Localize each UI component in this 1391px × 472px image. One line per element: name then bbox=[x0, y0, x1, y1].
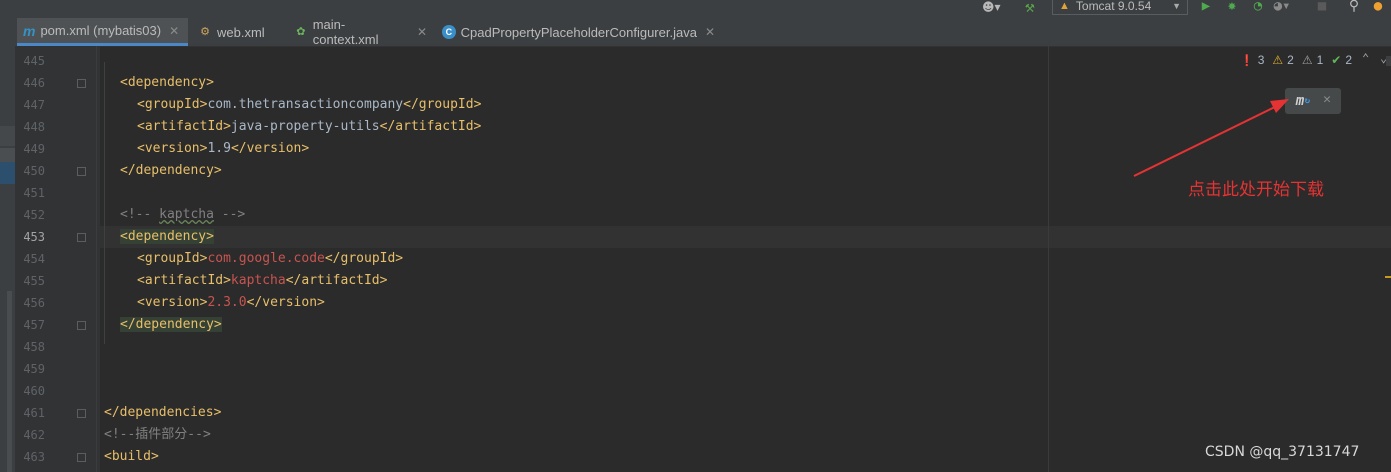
scroll-marker bbox=[1385, 276, 1391, 278]
scroll-thumb[interactable] bbox=[1386, 56, 1391, 66]
editor-scrollbar[interactable] bbox=[1384, 46, 1391, 472]
arrow-head bbox=[1270, 99, 1289, 113]
annotation-arrow bbox=[1133, 99, 1289, 177]
annotation-text: 点击此处开始下载 bbox=[1188, 180, 1324, 200]
arrow-shaft bbox=[1133, 103, 1282, 177]
watermark: CSDN @qq_37131747 bbox=[1205, 444, 1360, 460]
